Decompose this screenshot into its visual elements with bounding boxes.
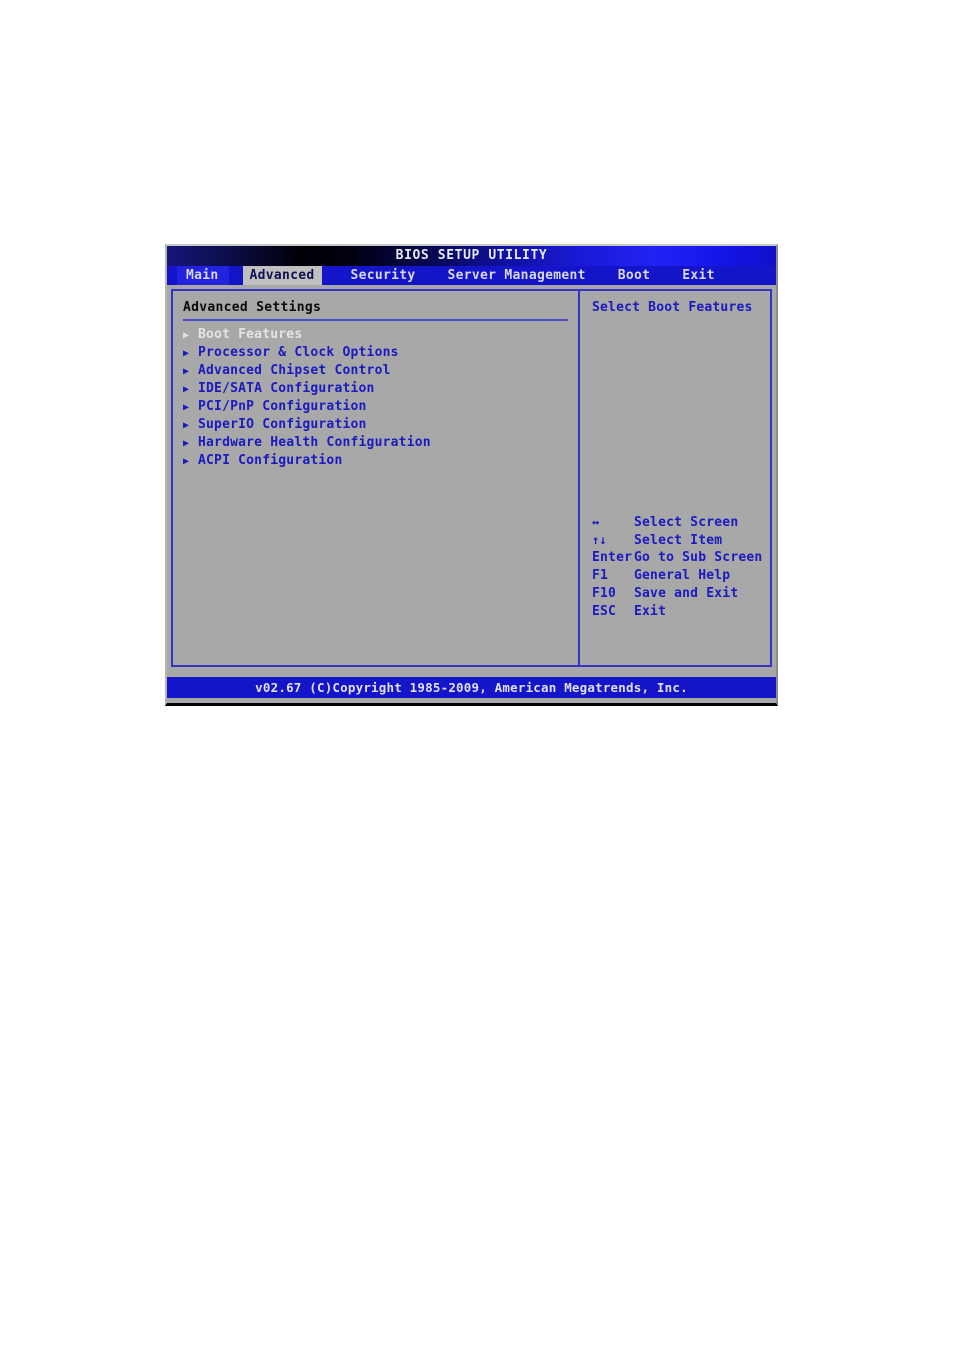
menu-item-label: PCI/PnP Configuration [198, 399, 367, 414]
submenu-arrow-icon: ▶ [183, 366, 190, 377]
bios-footer: v02.67 (C)Copyright 1985-2009, American … [167, 677, 776, 698]
advanced-settings-list: ▶ Boot Features ▶ Processor & Clock Opti… [183, 326, 568, 470]
legend-action: Exit [634, 604, 667, 619]
bios-setup-screen: BIOS SETUP UTILITY Main Advanced Securit… [165, 244, 778, 706]
menu-item-superio-configuration[interactable]: ▶ SuperIO Configuration [183, 416, 568, 434]
f1-key-label: F1 [592, 568, 609, 583]
submenu-arrow-icon: ▶ [183, 384, 190, 395]
menu-item-label: SuperIO Configuration [198, 417, 367, 432]
menu-gap [322, 266, 344, 285]
section-title: Advanced Settings [183, 300, 322, 315]
legend-action: Go to Sub Screen [634, 550, 763, 565]
bios-body: Advanced Settings ▶ Boot Features ▶ Proc… [167, 285, 776, 669]
menu-item-processor-clock-options[interactable]: ▶ Processor & Clock Options [183, 344, 568, 362]
footer-spacer [167, 669, 776, 677]
bios-menu-bar[interactable]: Main Advanced Security Server Management… [167, 266, 776, 285]
help-panel: Select Boot Features ↔ Select Screen ↑↓ … [580, 291, 770, 665]
esc-key-label: ESC [592, 604, 617, 619]
menu-item-hardware-health-configuration[interactable]: ▶ Hardware Health Configuration [183, 434, 568, 452]
help-text: Select Boot Features [592, 300, 753, 315]
legend-row-exit: ESC Exit [592, 603, 762, 621]
legend-row-save-and-exit: F10 Save and Exit [592, 585, 762, 603]
legend-row-general-help: F1 General Help [592, 567, 762, 585]
submenu-arrow-icon: ▶ [183, 348, 190, 359]
menu-item-label: Boot Features [198, 327, 303, 342]
key-legend: ↔ Select Screen ↑↓ Select Item Enter Go … [592, 513, 762, 621]
legend-row-go-to-sub-screen: Enter Go to Sub Screen [592, 549, 762, 567]
tab-boot[interactable]: Boot [611, 266, 658, 285]
legend-row-select-item: ↑↓ Select Item [592, 531, 762, 549]
tab-server-management[interactable]: Server Management [441, 266, 593, 285]
submenu-arrow-icon: ▶ [183, 402, 190, 413]
f10-key-label: F10 [592, 586, 617, 601]
bios-panel-frame: Advanced Settings ▶ Boot Features ▶ Proc… [171, 289, 772, 667]
menu-item-label: ACPI Configuration [198, 453, 343, 468]
menu-item-pci-pnp-configuration[interactable]: ▶ PCI/PnP Configuration [183, 398, 568, 416]
menu-item-label: Hardware Health Configuration [198, 435, 431, 450]
tab-exit[interactable]: Exit [675, 266, 722, 285]
section-divider [183, 319, 568, 321]
legend-action: Select Screen [634, 515, 739, 530]
menu-item-ide-sata-configuration[interactable]: ▶ IDE/SATA Configuration [183, 380, 568, 398]
up-down-arrow-icon: ↑↓ [592, 533, 607, 547]
menu-item-label: IDE/SATA Configuration [198, 381, 375, 396]
tab-main[interactable]: Main [177, 266, 229, 285]
submenu-arrow-icon: ▶ [183, 420, 190, 431]
advanced-settings-panel: Advanced Settings ▶ Boot Features ▶ Proc… [173, 291, 578, 665]
menu-item-boot-features[interactable]: ▶ Boot Features [183, 326, 568, 344]
submenu-arrow-icon: ▶ [183, 330, 190, 341]
submenu-arrow-icon: ▶ [183, 438, 190, 449]
menu-item-label: Processor & Clock Options [198, 345, 399, 360]
menu-gap [657, 266, 675, 285]
legend-action: General Help [634, 568, 731, 583]
submenu-arrow-icon: ▶ [183, 456, 190, 467]
enter-key-label: Enter [592, 550, 633, 565]
menu-gap [423, 266, 441, 285]
tab-security[interactable]: Security [344, 266, 423, 285]
menu-gap [593, 266, 611, 285]
menu-item-label: Advanced Chipset Control [198, 363, 391, 378]
left-right-arrow-icon: ↔ [592, 515, 600, 529]
bios-title: BIOS SETUP UTILITY [395, 248, 548, 263]
legend-action: Save and Exit [634, 586, 739, 601]
legend-row-select-screen: ↔ Select Screen [592, 513, 762, 531]
tab-advanced[interactable]: Advanced [242, 266, 322, 285]
legend-action: Select Item [634, 533, 723, 548]
menu-item-advanced-chipset-control[interactable]: ▶ Advanced Chipset Control [183, 362, 568, 380]
menu-item-acpi-configuration[interactable]: ▶ ACPI Configuration [183, 452, 568, 470]
bios-title-bar: BIOS SETUP UTILITY [167, 246, 776, 266]
